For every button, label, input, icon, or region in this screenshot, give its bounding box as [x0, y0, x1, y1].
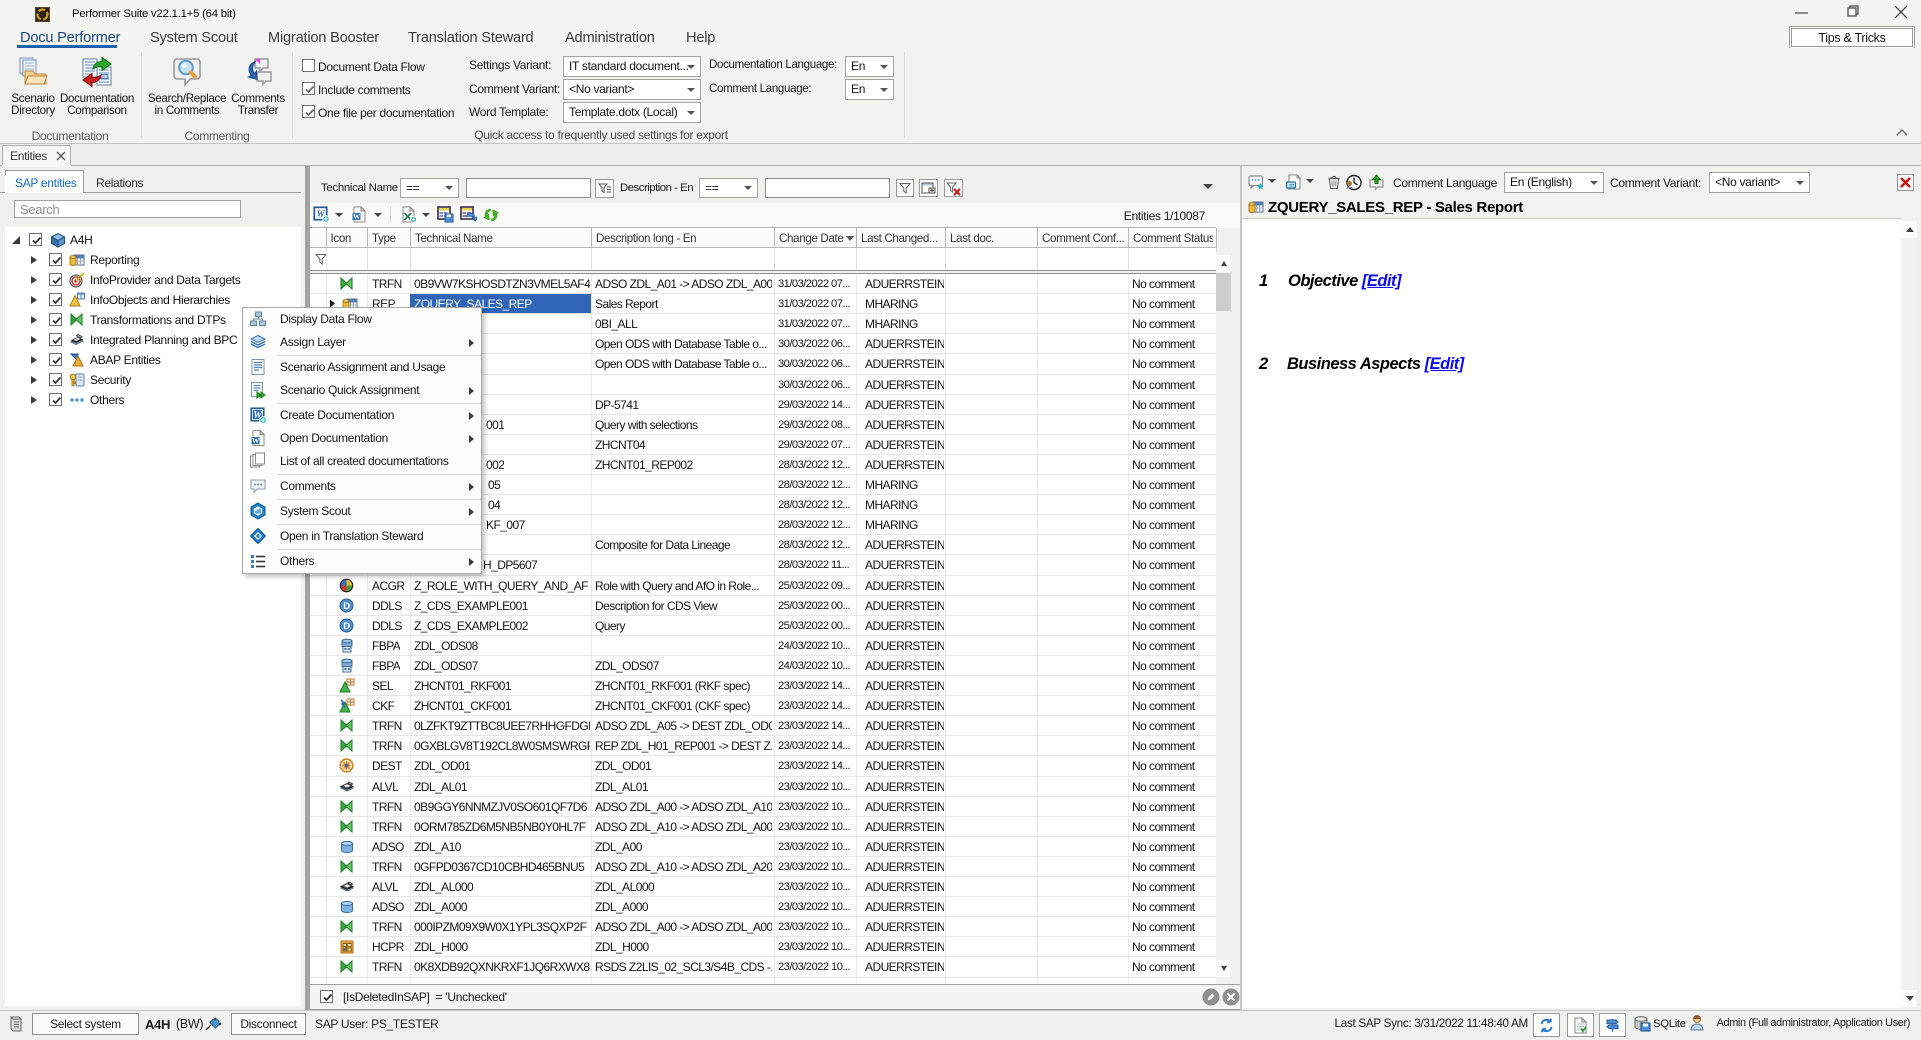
svg-text:W: W — [353, 213, 360, 221]
svg-text:D: D — [343, 601, 350, 612]
svg-text:W: W — [252, 436, 260, 445]
svg-text:D: D — [343, 621, 350, 632]
